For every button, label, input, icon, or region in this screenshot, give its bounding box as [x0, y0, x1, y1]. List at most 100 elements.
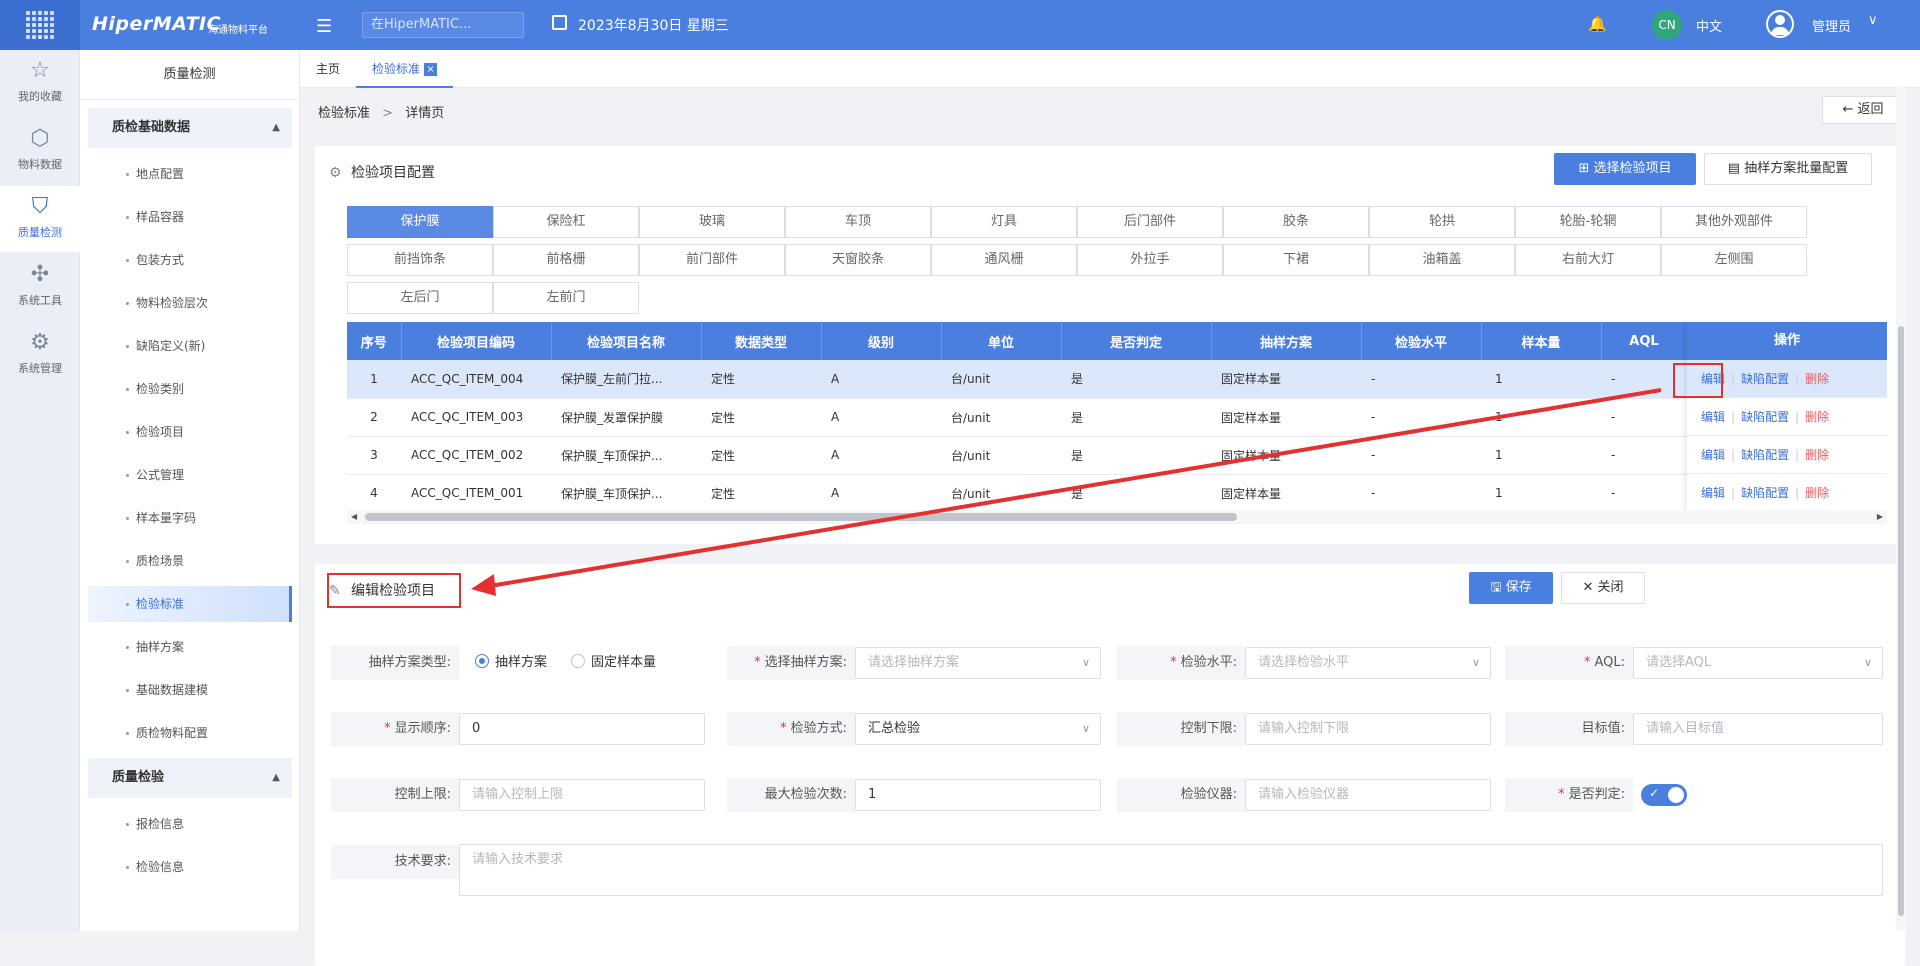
order-input[interactable]: 0	[459, 713, 705, 745]
category-tab[interactable]: 玻璃	[639, 206, 785, 238]
delete-link[interactable]: 删除	[1805, 372, 1829, 386]
category-tab[interactable]: 保护膜	[347, 206, 493, 238]
delete-link[interactable]: 删除	[1805, 410, 1829, 424]
edit-link[interactable]: 编辑	[1701, 486, 1725, 500]
back-button[interactable]: ← 返回	[1822, 96, 1904, 124]
user-name[interactable]: 管理员	[1812, 16, 1851, 35]
sidebar-item[interactable]: 样品容器	[88, 199, 292, 235]
scrollbar-thumb[interactable]	[1898, 326, 1904, 916]
sidebar-item[interactable]: 检验项目	[88, 414, 292, 450]
sidebar-item[interactable]: 质检场景	[88, 543, 292, 579]
category-tab[interactable]: 后门部件	[1077, 206, 1223, 238]
radio-fixed-sample[interactable]: 固定样本量	[571, 646, 656, 680]
category-tab[interactable]: 保险杠	[493, 206, 639, 238]
sidebar-item[interactable]: 质检物料配置	[88, 715, 292, 751]
edit-link[interactable]: 编辑	[1701, 410, 1725, 424]
category-tab[interactable]: 下裙	[1223, 244, 1369, 276]
select-item-button[interactable]: ⊞ 选择检验项目	[1554, 153, 1696, 185]
category-tab[interactable]: 其他外观部件	[1661, 206, 1807, 238]
tab-home[interactable]: 主页	[316, 50, 340, 88]
target-input[interactable]: 请输入目标值	[1633, 713, 1883, 745]
delete-link[interactable]: 删除	[1805, 486, 1829, 500]
iconbar-item-favorites[interactable]: ☆ 我的收藏	[0, 50, 80, 116]
menu-toggle-icon[interactable]: ☰	[316, 16, 332, 37]
app-grid-icon[interactable]	[0, 0, 80, 50]
select-plan-dropdown[interactable]: 请选择抽样方案 ∨	[855, 647, 1101, 679]
iconbar-item-material[interactable]: ⬡ 物料数据	[0, 118, 80, 184]
category-tab[interactable]: 轮胎-轮辋	[1515, 206, 1661, 238]
category-tab[interactable]: 前门部件	[639, 244, 785, 276]
iconbar-item-quality[interactable]: ⛉ 质量检测	[0, 186, 80, 252]
scroll-right-icon[interactable]: ▶	[1877, 510, 1883, 524]
category-tab[interactable]: 左后门	[347, 282, 493, 314]
level-dropdown[interactable]: 请选择检验水平 ∨	[1245, 647, 1491, 679]
save-button[interactable]: 🖫 保存	[1469, 572, 1553, 604]
sidebar-item[interactable]: 包装方式	[88, 242, 292, 278]
category-tab[interactable]: 前格栅	[493, 244, 639, 276]
horizontal-scrollbar[interactable]: ◀ ▶	[347, 510, 1887, 524]
scroll-left-icon[interactable]: ◀	[351, 510, 357, 524]
table-row[interactable]: 3 ACC_QC_ITEM_002 保护膜_车顶保护... 定性 A 台/uni…	[347, 436, 1687, 475]
category-tab[interactable]: 灯具	[931, 206, 1077, 238]
iconbar-item-admin[interactable]: ⚙ 系统管理	[0, 322, 80, 388]
category-tab[interactable]: 左前门	[493, 282, 639, 314]
table-cell: 台/unit	[941, 360, 1061, 399]
sidebar-item[interactable]: 报检信息	[88, 806, 292, 842]
vertical-scrollbar[interactable]	[1896, 86, 1906, 931]
category-tab[interactable]: 外拉手	[1077, 244, 1223, 276]
sidebar-item[interactable]: 公式管理	[88, 457, 292, 493]
edit-link[interactable]: 编辑	[1701, 448, 1725, 462]
table-row[interactable]: 1 ACC_QC_ITEM_004 保护膜_左前门拉... 定性 A 台/uni…	[347, 360, 1687, 399]
sidebar-group-inspection[interactable]: 质量检验 ▲	[88, 758, 292, 798]
category-tab[interactable]: 右前大灯	[1515, 244, 1661, 276]
sidebar-item[interactable]: 物料检验层次	[88, 285, 292, 321]
category-tab[interactable]: 左侧围	[1661, 244, 1807, 276]
sidebar-item[interactable]: 检验信息	[88, 849, 292, 885]
sidebar-item[interactable]: 抽样方案	[88, 629, 292, 665]
method-dropdown[interactable]: 汇总检验 ∨	[855, 713, 1101, 745]
lower-limit-input[interactable]: 请输入控制下限	[1245, 713, 1491, 745]
scrollbar-thumb[interactable]	[365, 513, 1237, 521]
defect-config-link[interactable]: 缺陷配置	[1741, 410, 1789, 424]
iconbar-item-tools[interactable]: ✣ 系统工具	[0, 254, 80, 320]
breadcrumb-parent[interactable]: 检验标准	[318, 106, 370, 121]
max-times-input[interactable]: 1	[855, 779, 1101, 811]
batch-config-button[interactable]: ▤ 抽样方案批量配置	[1704, 153, 1872, 185]
defect-config-link[interactable]: 缺陷配置	[1741, 372, 1789, 386]
language-label[interactable]: 中文	[1696, 16, 1722, 35]
global-search-input[interactable]: 在HiperMATIC...	[362, 12, 524, 38]
sidebar-item[interactable]: 地点配置	[88, 156, 292, 192]
tech-textarea[interactable]: 请输入技术要求	[459, 844, 1883, 896]
sidebar-item[interactable]: 样本量字码	[88, 500, 292, 536]
table-cell: 3	[347, 436, 401, 475]
defect-config-link[interactable]: 缺陷配置	[1741, 448, 1789, 462]
sidebar-item[interactable]: 缺陷定义(新)	[88, 328, 292, 364]
language-badge[interactable]: CN	[1652, 10, 1682, 40]
delete-link[interactable]: 删除	[1805, 448, 1829, 462]
aql-dropdown[interactable]: 请选择AQL ∨	[1633, 647, 1883, 679]
sidebar-group-base-data[interactable]: 质检基础数据 ▲	[88, 108, 292, 148]
avatar[interactable]	[1766, 10, 1794, 38]
tab-inspection-standard[interactable]: 检验标准 ×	[356, 50, 454, 88]
table-row[interactable]: 2 ACC_QC_ITEM_003 保护膜_发罩保护膜 定性 A 台/unit …	[347, 398, 1687, 437]
close-icon[interactable]: ×	[424, 63, 438, 76]
instrument-input[interactable]: 请输入检验仪器	[1245, 779, 1491, 811]
category-tab[interactable]: 天窗胶条	[785, 244, 931, 276]
category-tab[interactable]: 前挡饰条	[347, 244, 493, 276]
bell-icon[interactable]: 🔔	[1588, 15, 1607, 33]
category-tab[interactable]: 通风栅	[931, 244, 1077, 276]
category-tab[interactable]: 轮拱	[1369, 206, 1515, 238]
judge-toggle[interactable]: ✓	[1641, 784, 1687, 806]
close-button[interactable]: ✕ 关闭	[1561, 572, 1645, 604]
table-row[interactable]: 4 ACC_QC_ITEM_001 保护膜_车顶保护... 定性 A 台/uni…	[347, 474, 1687, 513]
radio-sampling-plan[interactable]: 抽样方案	[475, 646, 547, 680]
upper-limit-input[interactable]: 请输入控制上限	[459, 779, 705, 811]
sidebar-item-inspection-standard[interactable]: 检验标准	[88, 586, 292, 622]
defect-config-link[interactable]: 缺陷配置	[1741, 486, 1789, 500]
category-tab[interactable]: 胶条	[1223, 206, 1369, 238]
category-tab[interactable]: 油箱盖	[1369, 244, 1515, 276]
category-tab[interactable]: 车顶	[785, 206, 931, 238]
sidebar-item[interactable]: 基础数据建模	[88, 672, 292, 708]
chevron-down-icon[interactable]: ∨	[1868, 13, 1878, 28]
sidebar-item[interactable]: 检验类别	[88, 371, 292, 407]
